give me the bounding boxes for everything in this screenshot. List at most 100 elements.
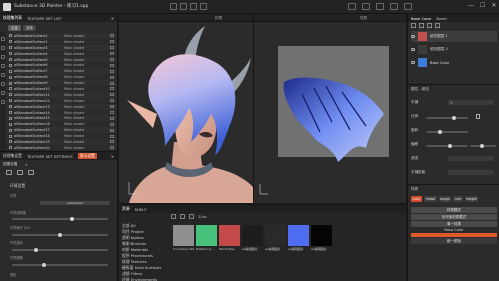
visibility-checkbox[interactable] xyxy=(9,128,12,132)
visibility-checkbox[interactable] xyxy=(9,40,12,44)
add-fill-icon[interactable] xyxy=(419,23,424,28)
shader-dropdown[interactable]: Main shader xyxy=(64,122,108,126)
texture-set-settings-icon[interactable] xyxy=(110,128,114,132)
viewport-2d-mode-dropdown[interactable]: 材质 xyxy=(360,16,367,21)
shader-dropdown[interactable]: Main shader xyxy=(64,128,108,132)
shader-dropdown[interactable]: Main shader xyxy=(64,58,108,62)
import-icon[interactable] xyxy=(180,214,185,219)
base-color-swatch[interactable] xyxy=(411,233,497,237)
clone-tool-icon[interactable] xyxy=(200,3,207,10)
visibility-checkbox[interactable] xyxy=(9,122,12,126)
layer-item[interactable]: 填充图层 1 xyxy=(411,31,497,42)
slider-knob[interactable] xyxy=(452,116,456,120)
view-settings-row[interactable]: 视图设置 ▾ xyxy=(0,161,118,168)
texture-set-settings-icon[interactable] xyxy=(110,116,114,120)
scale-slider[interactable] xyxy=(426,116,468,120)
shelf-asset-thumb[interactable]: Position w.. xyxy=(196,225,217,251)
texture-set-settings-icon[interactable] xyxy=(110,111,114,115)
tiling-field[interactable]: 1 xyxy=(448,100,494,105)
visibility-checkbox[interactable] xyxy=(9,46,12,50)
brush-icon[interactable] xyxy=(1,37,5,41)
panel-close-icon[interactable]: ✕ xyxy=(111,154,114,159)
material-mode-button[interactable]: 材质模式 xyxy=(411,207,497,213)
visibility-checkbox[interactable] xyxy=(9,105,12,109)
shader-dropdown[interactable]: Main shader xyxy=(64,63,108,67)
shader-dropdown[interactable]: Main shader xyxy=(64,134,108,138)
projection-icon[interactable] xyxy=(1,55,5,59)
channel-height-toggle[interactable]: height xyxy=(464,196,479,202)
texture-set-settings-icon[interactable] xyxy=(110,146,114,150)
texture-set-settings-icon[interactable] xyxy=(110,46,114,50)
eye-icon[interactable] xyxy=(411,48,415,51)
texture-set-settings-icon[interactable] xyxy=(110,40,114,44)
visibility-checkbox[interactable] xyxy=(9,116,12,120)
shelf-asset-thumb[interactable]: ao编辑图片 xyxy=(265,225,286,251)
shelf-asset-thumb[interactable]: ao编辑图片 xyxy=(242,225,263,251)
shader-dropdown[interactable]: Main shader xyxy=(64,52,108,56)
shelf-category-item[interactable]: 环境 Environments xyxy=(122,277,164,281)
texture-set-settings-icon[interactable] xyxy=(110,122,114,126)
visibility-checkbox[interactable] xyxy=(9,81,12,85)
maximize-button[interactable]: ☐ xyxy=(480,2,485,9)
tiling-projection-dropdown[interactable] xyxy=(448,170,494,175)
environment-icon[interactable] xyxy=(6,170,12,175)
visibility-checkbox[interactable] xyxy=(9,93,12,97)
visibility-checkbox[interactable] xyxy=(9,63,12,67)
bake-icon[interactable] xyxy=(1,100,5,104)
offset-y-slider[interactable] xyxy=(470,144,496,148)
shader-dropdown[interactable]: Main shader xyxy=(64,34,108,38)
channel-metal-toggle[interactable]: metal xyxy=(424,196,437,202)
visibility-checkbox[interactable] xyxy=(9,146,12,150)
texture-set-list-tab[interactable]: 纹理集列表 TEXTURE SET LIST ✕ xyxy=(0,14,117,22)
shader-dropdown[interactable]: Main shader xyxy=(64,69,108,73)
texture-set-settings-icon[interactable] xyxy=(110,75,114,79)
visibility-checkbox[interactable] xyxy=(9,87,12,91)
channel-nrm-toggle[interactable]: nrm xyxy=(453,196,463,202)
viewport-3d-mode-dropdown[interactable]: 材质 xyxy=(215,16,222,21)
close-button[interactable]: ✕ xyxy=(491,2,496,9)
slider-knob[interactable] xyxy=(448,144,452,148)
viewport-2d[interactable] xyxy=(254,22,406,203)
shader-dropdown[interactable]: Main shader xyxy=(64,81,108,85)
texture-set-settings-icon[interactable] xyxy=(110,58,114,61)
visibility-checkbox[interactable] xyxy=(9,75,12,79)
channel-rough-toggle[interactable]: rough xyxy=(438,196,452,202)
display-icon[interactable] xyxy=(362,3,370,10)
viewport-3d[interactable] xyxy=(119,22,253,203)
visibility-checkbox[interactable] xyxy=(9,69,12,73)
texture-set-settings-icon[interactable] xyxy=(110,140,114,144)
clone-icon[interactable] xyxy=(1,82,5,86)
display-settings-tab[interactable]: 显示设置 xyxy=(77,153,97,159)
eye-icon[interactable] xyxy=(411,35,415,38)
no-material-mode-button[interactable]: 无可用材质模式 xyxy=(411,214,497,220)
layer-item[interactable]: Base Color xyxy=(411,57,497,68)
texture-set-settings-icon[interactable] xyxy=(110,134,114,138)
environment-map-field[interactable]: panorama xyxy=(40,201,110,205)
channel-color-toggle[interactable]: color xyxy=(411,196,423,202)
panel-close-icon[interactable]: ✕ xyxy=(111,16,114,21)
slider-knob[interactable] xyxy=(58,233,62,237)
texture-set-settings-icon[interactable] xyxy=(110,52,114,56)
offset-slider[interactable] xyxy=(426,144,468,148)
slider-knob[interactable] xyxy=(70,217,74,221)
shader-dropdown[interactable]: Main shader xyxy=(64,75,108,79)
minimize-button[interactable]: — xyxy=(468,2,474,9)
environment-opacity-slider[interactable] xyxy=(12,217,108,221)
environment-rotation-slider[interactable] xyxy=(12,248,108,252)
shader-dropdown[interactable]: Main shader xyxy=(64,40,108,44)
add-layer-icon[interactable] xyxy=(411,23,416,28)
single-material-button[interactable]: 单一材质 xyxy=(411,221,497,227)
picker-icon[interactable] xyxy=(1,91,5,95)
visibility-checkbox[interactable] xyxy=(9,58,12,61)
shader-dropdown[interactable]: Main shader xyxy=(64,111,108,115)
add-mask-icon[interactable] xyxy=(427,23,432,28)
chevron-down-icon[interactable]: ▾ xyxy=(25,163,27,167)
filtering-dropdown[interactable] xyxy=(448,156,494,161)
slider-knob[interactable] xyxy=(34,248,38,252)
shelf-asset-thumb[interactable]: Curvature 20ss xyxy=(173,225,194,251)
shader-dropdown[interactable]: Main shader xyxy=(64,140,108,144)
filter-select-button[interactable]: 选择 xyxy=(23,24,36,31)
slider-knob[interactable] xyxy=(42,263,46,267)
eraser-tool-icon[interactable] xyxy=(180,3,187,10)
environment-blur-slider[interactable] xyxy=(12,263,108,267)
